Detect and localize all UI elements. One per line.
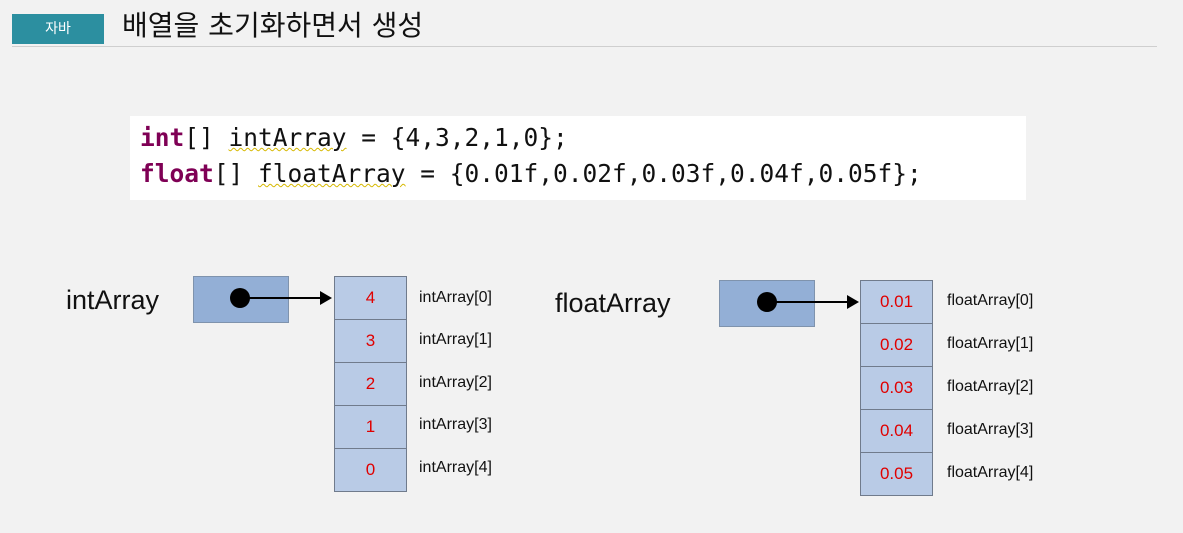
intarray-index-label: intArray[4]	[419, 459, 492, 476]
intarray-index-label: intArray[1]	[419, 331, 492, 348]
title-divider	[12, 46, 1157, 47]
intarray-label: intArray	[66, 285, 160, 315]
floatarray-index-label: floatArray[2]	[947, 378, 1034, 395]
intarray-cell: 2	[335, 362, 406, 405]
floatarray-cells: 0.01 0.02 0.03 0.04 0.05	[860, 280, 933, 496]
floatarray-index-label: floatArray[0]	[947, 292, 1034, 309]
floatarray-cell: 0.04	[861, 409, 932, 452]
code-line-int: int[] intArray = {4,3,2,1,0};	[140, 123, 568, 153]
intarray-index-label: intArray[2]	[419, 374, 492, 391]
code-var-floatarray: floatArray	[258, 159, 406, 188]
floatarray-index-label: floatArray[4]	[947, 464, 1034, 481]
arrowhead-icon	[847, 295, 859, 309]
code-text: []	[213, 159, 259, 188]
intarray-cell: 1	[335, 405, 406, 448]
section-tag: 자바	[12, 14, 104, 44]
code-text: = {0.01f,0.02f,0.03f,0.04f,0.05f};	[405, 159, 922, 188]
code-text: = {4,3,2,1,0};	[346, 123, 568, 152]
code-line-float: float[] floatArray = {0.01f,0.02f,0.03f,…	[140, 159, 922, 189]
floatarray-cell: 0.03	[861, 366, 932, 409]
page-title: 배열을 초기화하면서 생성	[122, 9, 424, 42]
intarray-index-label: intArray[3]	[419, 416, 492, 433]
floatarray-cell: 0.01	[861, 280, 932, 323]
reference-arrow-line	[240, 297, 328, 299]
code-text: []	[184, 123, 229, 152]
intarray-cells: 4 3 2 1 0	[334, 276, 407, 492]
intarray-cell: 4	[335, 276, 406, 319]
floatarray-index-label: floatArray[1]	[947, 335, 1034, 352]
floatarray-label: floatArray	[555, 288, 671, 318]
floatarray-cell: 0.05	[861, 452, 932, 496]
keyword-float: float	[140, 159, 214, 188]
keyword-int: int	[140, 123, 185, 152]
floatarray-index-label: floatArray[3]	[947, 421, 1034, 438]
intarray-index-label: intArray[0]	[419, 289, 492, 306]
intarray-cell: 3	[335, 319, 406, 362]
code-var-intarray: intArray	[228, 123, 347, 152]
floatarray-cell: 0.02	[861, 323, 932, 366]
arrowhead-icon	[320, 291, 332, 305]
intarray-cell: 0	[335, 448, 406, 492]
reference-arrow-line	[767, 301, 855, 303]
code-snippet: int[] intArray = {4,3,2,1,0}; float[] fl…	[130, 116, 1026, 200]
